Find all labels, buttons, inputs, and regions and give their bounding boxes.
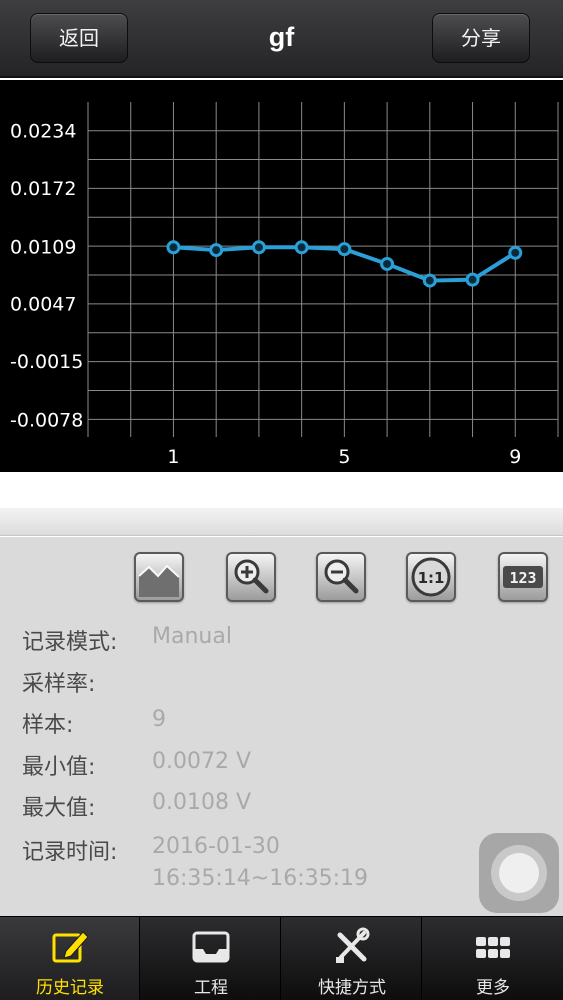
min-label: 最小值:: [22, 755, 96, 780]
max-label: 最大值:: [22, 796, 96, 821]
tab-bar: 历史记录 工程 快捷方式 更多: [0, 916, 563, 1000]
data-point: [465, 272, 480, 287]
reset-zoom-button[interactable]: 1:1: [406, 552, 456, 602]
assistive-core: [499, 853, 539, 893]
y-tick-label: 0.0172: [10, 178, 76, 200]
line-chart-icon: [138, 564, 180, 597]
x-tick-label: 9: [509, 446, 521, 468]
tab-project-label: 工程: [194, 978, 228, 998]
one-to-one-icon: 1:1: [411, 557, 451, 597]
time-date: 2016-01-30: [152, 834, 280, 859]
tab-history[interactable]: 历史记录: [0, 917, 140, 1000]
y-tick-label: -0.0015: [10, 351, 83, 373]
zoom-out-button[interactable]: [316, 552, 366, 602]
svg-text:1:1: 1:1: [418, 569, 445, 587]
assistive-touch-button[interactable]: [479, 833, 559, 913]
zoom-out-icon: [324, 559, 359, 594]
rate-label: 采样率:: [22, 672, 96, 697]
tab-more[interactable]: 更多: [423, 917, 563, 1000]
samples-value: 9: [152, 707, 166, 732]
time-label: 记录时间:: [22, 840, 118, 865]
numbers-button[interactable]: 123: [498, 552, 548, 602]
x-tick-label: 5: [338, 446, 350, 468]
chart-area[interactable]: 0.0234 0.0172 0.0109 0.0047 -0.0015 -0.0078 1 5…: [0, 80, 563, 472]
min-value: 0.0072 V: [152, 749, 252, 774]
tab-history-label: 历史记录: [36, 978, 104, 998]
data-point: [209, 243, 224, 258]
y-tick-label: -0.0078: [10, 409, 83, 431]
tab-project[interactable]: 工程: [141, 917, 281, 1000]
mode-value: Manual: [152, 624, 232, 649]
data-point: [166, 240, 181, 255]
mode-label: 记录模式:: [22, 630, 118, 655]
data-point: [337, 242, 352, 257]
data-point: [422, 273, 437, 288]
line-chart-button[interactable]: [134, 552, 184, 602]
y-tick-label: 0.0047: [10, 294, 76, 316]
data-point: [380, 256, 395, 271]
nav-bar: 返回 gf 分享: [0, 0, 563, 78]
zoom-in-icon: [234, 559, 269, 594]
max-value: 0.0108 V: [152, 790, 252, 815]
numbers-icon: 123: [503, 566, 543, 588]
tab-shortcuts-label: 快捷方式: [318, 978, 386, 998]
zoom-in-button[interactable]: [226, 552, 276, 602]
edit-icon: [52, 931, 89, 963]
tab-shortcuts[interactable]: 快捷方式: [282, 917, 422, 1000]
share-button[interactable]: 分享: [432, 13, 530, 63]
tools-icon: [336, 927, 370, 963]
samples-label: 样本:: [22, 713, 74, 738]
panel-divider: [0, 508, 563, 536]
data-point: [251, 240, 266, 255]
y-tick-label: 0.0234: [10, 121, 76, 143]
line-chart[interactable]: 0.0234 0.0172 0.0109 0.0047 -0.0015 -0.0078 1 5…: [0, 80, 563, 472]
time-range: 16:35:14~16:35:19: [152, 866, 369, 891]
svg-text:123: 123: [509, 569, 536, 587]
data-point: [294, 240, 309, 255]
inbox-icon: [192, 931, 230, 963]
tab-more-label: 更多: [476, 978, 510, 998]
grid-icon: [476, 937, 510, 958]
chart-spacer: [0, 472, 563, 508]
y-tick-label: 0.0109: [10, 236, 76, 258]
data-point: [508, 245, 523, 260]
x-tick-label: 1: [167, 446, 179, 468]
